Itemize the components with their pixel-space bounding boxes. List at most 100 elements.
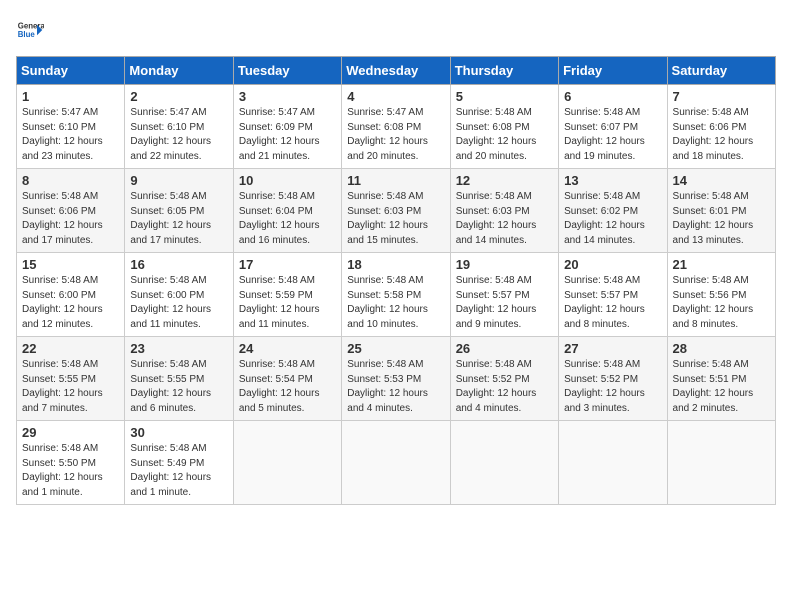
day-info: Sunrise: 5:48 AMSunset: 6:06 PMDaylight:… [22,191,103,246]
calendar-header-row: SundayMondayTuesdayWednesdayThursdayFrid… [17,57,776,85]
day-number: 10 [239,173,336,188]
calendar-cell: 1 Sunrise: 5:47 AMSunset: 6:10 PMDayligh… [17,85,125,169]
calendar-cell: 9 Sunrise: 5:48 AMSunset: 6:05 PMDayligh… [125,169,233,253]
calendar-cell: 2 Sunrise: 5:47 AMSunset: 6:10 PMDayligh… [125,85,233,169]
day-number: 29 [22,425,119,440]
calendar-cell [233,421,341,505]
calendar-cell: 13 Sunrise: 5:48 AMSunset: 6:02 PMDaylig… [559,169,667,253]
week-row-5: 29 Sunrise: 5:48 AMSunset: 5:50 PMDaylig… [17,421,776,505]
calendar-cell: 12 Sunrise: 5:48 AMSunset: 6:03 PMDaylig… [450,169,558,253]
day-info: Sunrise: 5:47 AMSunset: 6:10 PMDaylight:… [130,107,211,162]
day-number: 11 [347,173,444,188]
day-number: 13 [564,173,661,188]
day-number: 27 [564,341,661,356]
day-info: Sunrise: 5:48 AMSunset: 5:52 PMDaylight:… [564,359,645,414]
day-number: 22 [22,341,119,356]
week-row-1: 1 Sunrise: 5:47 AMSunset: 6:10 PMDayligh… [17,85,776,169]
week-row-2: 8 Sunrise: 5:48 AMSunset: 6:06 PMDayligh… [17,169,776,253]
week-row-4: 22 Sunrise: 5:48 AMSunset: 5:55 PMDaylig… [17,337,776,421]
day-info: Sunrise: 5:48 AMSunset: 6:06 PMDaylight:… [673,107,754,162]
calendar-cell: 7 Sunrise: 5:48 AMSunset: 6:06 PMDayligh… [667,85,775,169]
calendar-cell: 14 Sunrise: 5:48 AMSunset: 6:01 PMDaylig… [667,169,775,253]
day-number: 15 [22,257,119,272]
day-info: Sunrise: 5:48 AMSunset: 5:54 PMDaylight:… [239,359,320,414]
day-info: Sunrise: 5:48 AMSunset: 6:05 PMDaylight:… [130,191,211,246]
calendar-cell: 3 Sunrise: 5:47 AMSunset: 6:09 PMDayligh… [233,85,341,169]
day-info: Sunrise: 5:48 AMSunset: 5:50 PMDaylight:… [22,443,103,498]
day-number: 25 [347,341,444,356]
day-info: Sunrise: 5:48 AMSunset: 5:51 PMDaylight:… [673,359,754,414]
day-number: 9 [130,173,227,188]
calendar-cell: 10 Sunrise: 5:48 AMSunset: 6:04 PMDaylig… [233,169,341,253]
day-number: 28 [673,341,770,356]
day-info: Sunrise: 5:48 AMSunset: 5:53 PMDaylight:… [347,359,428,414]
day-number: 18 [347,257,444,272]
calendar-cell: 19 Sunrise: 5:48 AMSunset: 5:57 PMDaylig… [450,253,558,337]
day-number: 12 [456,173,553,188]
day-number: 4 [347,89,444,104]
calendar-body: 1 Sunrise: 5:47 AMSunset: 6:10 PMDayligh… [17,85,776,505]
day-number: 5 [456,89,553,104]
day-info: Sunrise: 5:48 AMSunset: 6:03 PMDaylight:… [456,191,537,246]
calendar-cell: 28 Sunrise: 5:48 AMSunset: 5:51 PMDaylig… [667,337,775,421]
day-info: Sunrise: 5:48 AMSunset: 5:55 PMDaylight:… [22,359,103,414]
col-header-monday: Monday [125,57,233,85]
calendar-cell: 11 Sunrise: 5:48 AMSunset: 6:03 PMDaylig… [342,169,450,253]
day-number: 6 [564,89,661,104]
day-info: Sunrise: 5:48 AMSunset: 6:00 PMDaylight:… [22,275,103,330]
day-info: Sunrise: 5:48 AMSunset: 6:01 PMDaylight:… [673,191,754,246]
calendar-cell: 22 Sunrise: 5:48 AMSunset: 5:55 PMDaylig… [17,337,125,421]
day-info: Sunrise: 5:48 AMSunset: 5:59 PMDaylight:… [239,275,320,330]
day-info: Sunrise: 5:48 AMSunset: 5:56 PMDaylight:… [673,275,754,330]
day-number: 17 [239,257,336,272]
calendar-cell [667,421,775,505]
calendar-cell [342,421,450,505]
calendar-cell: 17 Sunrise: 5:48 AMSunset: 5:59 PMDaylig… [233,253,341,337]
day-number: 14 [673,173,770,188]
col-header-friday: Friday [559,57,667,85]
logo-icon: General Blue [16,16,44,44]
day-number: 23 [130,341,227,356]
day-number: 1 [22,89,119,104]
calendar-cell [450,421,558,505]
calendar-cell [559,421,667,505]
day-info: Sunrise: 5:48 AMSunset: 5:52 PMDaylight:… [456,359,537,414]
logo: General Blue [16,16,48,44]
day-info: Sunrise: 5:48 AMSunset: 6:08 PMDaylight:… [456,107,537,162]
day-info: Sunrise: 5:48 AMSunset: 6:04 PMDaylight:… [239,191,320,246]
calendar-cell: 20 Sunrise: 5:48 AMSunset: 5:57 PMDaylig… [559,253,667,337]
calendar-cell: 16 Sunrise: 5:48 AMSunset: 6:00 PMDaylig… [125,253,233,337]
day-number: 21 [673,257,770,272]
day-number: 30 [130,425,227,440]
day-info: Sunrise: 5:48 AMSunset: 5:55 PMDaylight:… [130,359,211,414]
calendar-table: SundayMondayTuesdayWednesdayThursdayFrid… [16,56,776,505]
day-number: 2 [130,89,227,104]
calendar-cell: 8 Sunrise: 5:48 AMSunset: 6:06 PMDayligh… [17,169,125,253]
col-header-thursday: Thursday [450,57,558,85]
day-info: Sunrise: 5:47 AMSunset: 6:09 PMDaylight:… [239,107,320,162]
day-info: Sunrise: 5:48 AMSunset: 5:58 PMDaylight:… [347,275,428,330]
day-info: Sunrise: 5:48 AMSunset: 5:57 PMDaylight:… [456,275,537,330]
day-number: 8 [22,173,119,188]
calendar-cell: 26 Sunrise: 5:48 AMSunset: 5:52 PMDaylig… [450,337,558,421]
day-info: Sunrise: 5:47 AMSunset: 6:08 PMDaylight:… [347,107,428,162]
svg-text:Blue: Blue [18,30,36,39]
calendar-cell: 6 Sunrise: 5:48 AMSunset: 6:07 PMDayligh… [559,85,667,169]
day-info: Sunrise: 5:48 AMSunset: 6:02 PMDaylight:… [564,191,645,246]
day-number: 3 [239,89,336,104]
calendar-cell: 25 Sunrise: 5:48 AMSunset: 5:53 PMDaylig… [342,337,450,421]
col-header-saturday: Saturday [667,57,775,85]
calendar-cell: 24 Sunrise: 5:48 AMSunset: 5:54 PMDaylig… [233,337,341,421]
calendar-cell: 27 Sunrise: 5:48 AMSunset: 5:52 PMDaylig… [559,337,667,421]
calendar-cell: 5 Sunrise: 5:48 AMSunset: 6:08 PMDayligh… [450,85,558,169]
col-header-sunday: Sunday [17,57,125,85]
day-number: 19 [456,257,553,272]
day-info: Sunrise: 5:48 AMSunset: 6:00 PMDaylight:… [130,275,211,330]
day-info: Sunrise: 5:48 AMSunset: 6:07 PMDaylight:… [564,107,645,162]
calendar-cell: 23 Sunrise: 5:48 AMSunset: 5:55 PMDaylig… [125,337,233,421]
day-info: Sunrise: 5:47 AMSunset: 6:10 PMDaylight:… [22,107,103,162]
day-number: 20 [564,257,661,272]
day-number: 7 [673,89,770,104]
calendar-cell: 4 Sunrise: 5:47 AMSunset: 6:08 PMDayligh… [342,85,450,169]
day-info: Sunrise: 5:48 AMSunset: 5:57 PMDaylight:… [564,275,645,330]
